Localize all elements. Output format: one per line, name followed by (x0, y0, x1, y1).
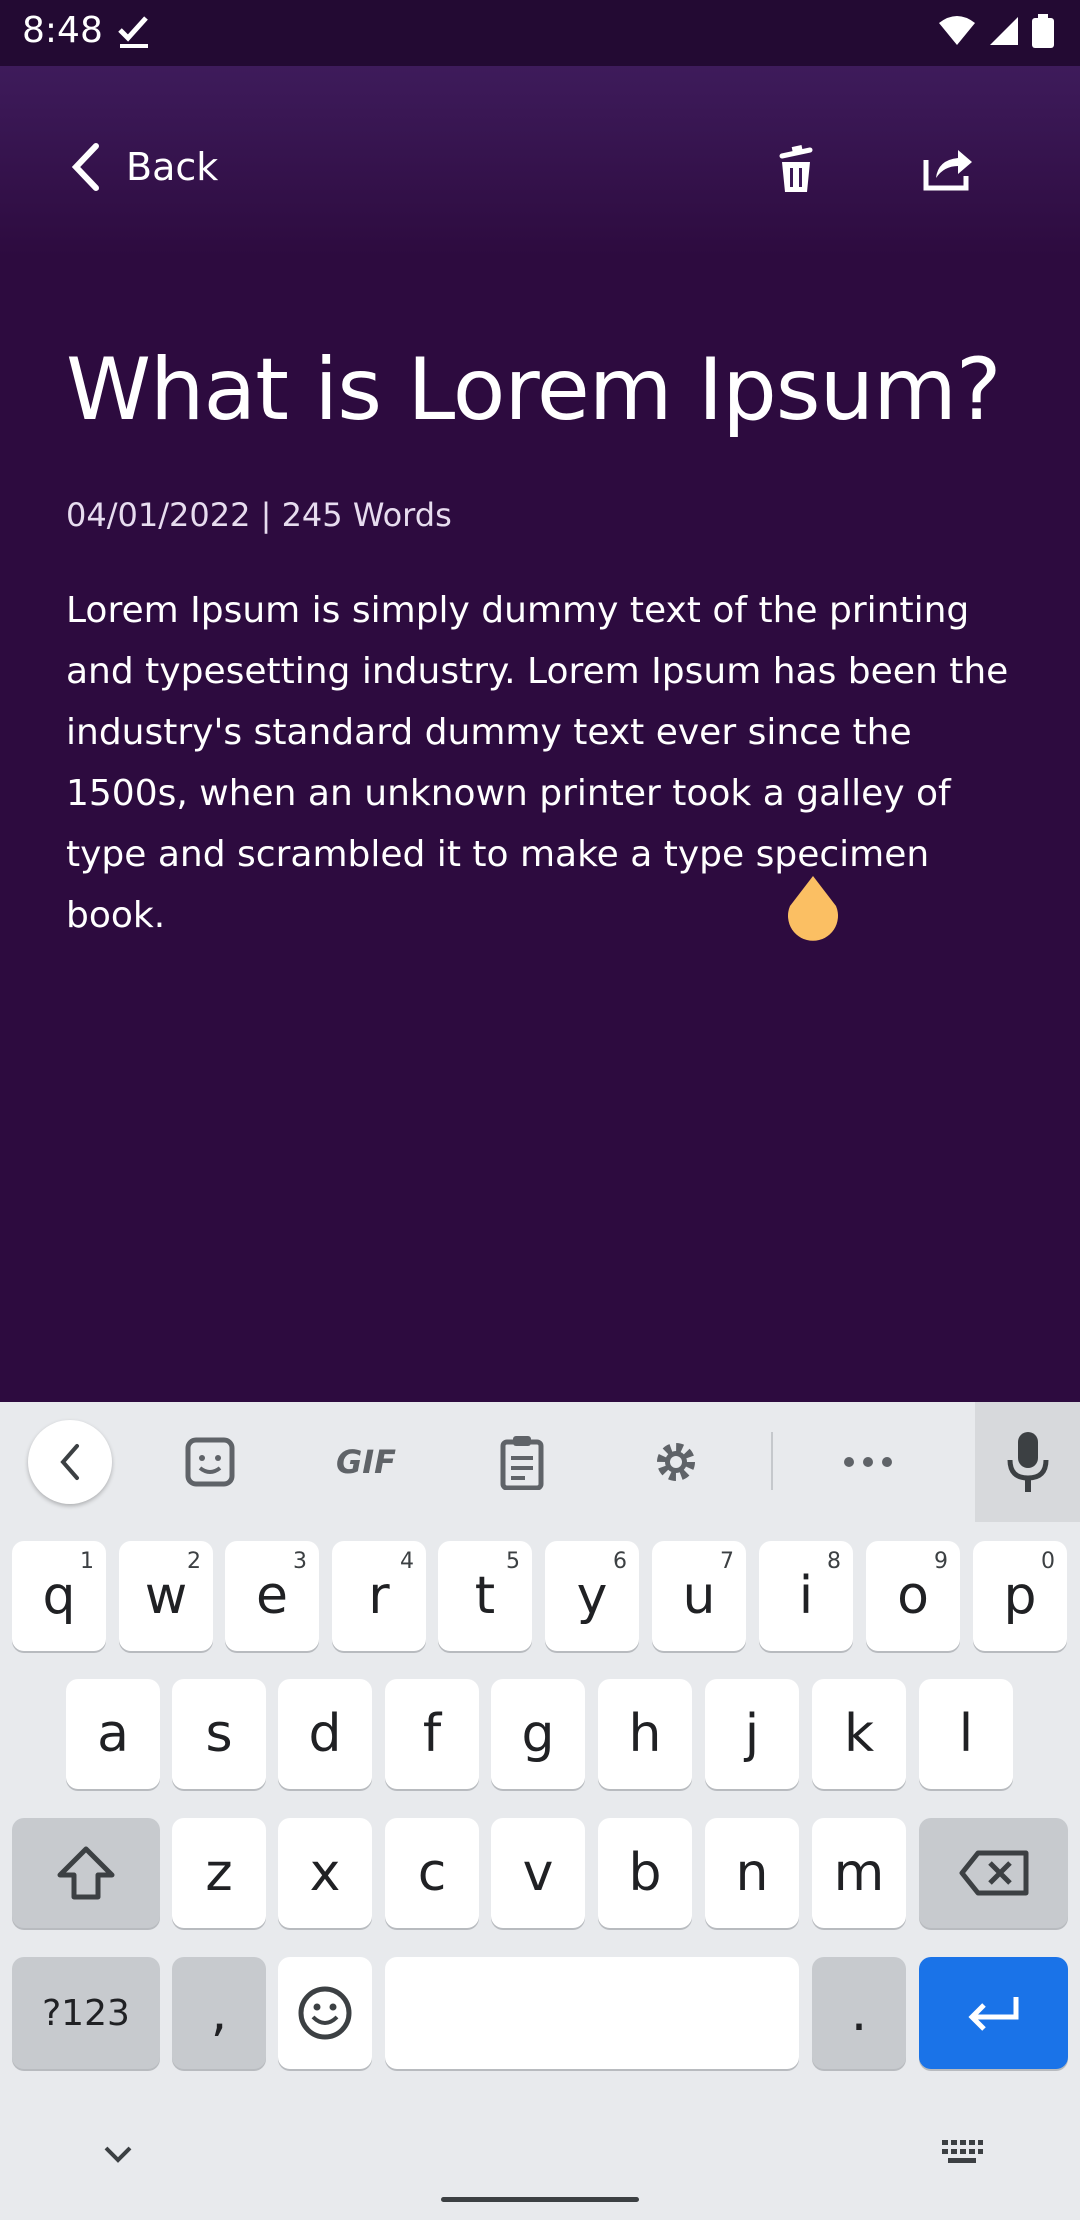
key-v[interactable]: v (491, 1818, 585, 1928)
enter-key[interactable] (919, 1957, 1068, 2069)
status-icons (938, 14, 1054, 48)
voice-input-button[interactable] (975, 1402, 1080, 1522)
key-y[interactable]: y6 (545, 1541, 639, 1651)
keyboard-switch-icon[interactable] (940, 2138, 984, 2166)
trash-icon[interactable] (766, 138, 826, 198)
keyboard: GIF q 1 w 2 e 3 r 4 t 5 y 6 u 7 i 8 o 9 … (0, 1402, 1080, 2220)
period-key[interactable]: . (812, 1957, 906, 2069)
backspace-key[interactable] (919, 1818, 1068, 1928)
key-h[interactable]: h (598, 1679, 692, 1789)
sticker-icon (185, 1437, 235, 1487)
key-j[interactable]: j (705, 1679, 799, 1789)
shift-key[interactable] (12, 1818, 160, 1928)
emoji-key[interactable] (278, 1957, 372, 2069)
key-e[interactable]: e3 (225, 1541, 319, 1651)
key-f[interactable]: f (385, 1679, 479, 1789)
toolbar-divider (771, 1432, 773, 1490)
key-l[interactable]: l (919, 1679, 1013, 1789)
back-button[interactable]: Back (68, 142, 218, 192)
microphone-icon (1007, 1432, 1048, 1492)
app-header: Back (0, 66, 1080, 256)
clipboard-icon (500, 1436, 544, 1490)
task-check-icon (118, 16, 148, 48)
shift-arrow-icon (57, 1846, 115, 1900)
key-t[interactable]: t5 (438, 1541, 532, 1651)
key-c[interactable]: c (385, 1818, 479, 1928)
more-button[interactable] (830, 1424, 906, 1500)
key-r[interactable]: r4 (332, 1541, 426, 1651)
key-d[interactable]: d (278, 1679, 372, 1789)
back-label: Back (126, 145, 219, 189)
key-n[interactable]: n (705, 1818, 799, 1928)
key-k[interactable]: k (812, 1679, 906, 1789)
comma-key[interactable]: , (172, 1957, 266, 2069)
text-cursor-handle[interactable] (784, 876, 842, 944)
key-o[interactable]: o9 (866, 1541, 960, 1651)
symbols-key[interactable]: ?123 (12, 1957, 160, 2069)
backspace-icon (959, 1850, 1028, 1896)
key-z[interactable]: z (172, 1818, 266, 1928)
battery-icon (1032, 14, 1054, 48)
settings-button[interactable] (638, 1424, 714, 1500)
emoji-icon (298, 1986, 352, 2040)
wifi-icon (939, 16, 975, 45)
key-g[interactable]: g (491, 1679, 585, 1789)
clipboard-button[interactable] (484, 1424, 560, 1500)
key-q[interactable]: q1 (12, 1541, 106, 1651)
space-key[interactable] (385, 1957, 799, 2069)
key-w[interactable]: w2 (119, 1541, 213, 1651)
status-time: 8:48 (22, 10, 103, 51)
hide-keyboard-chevron-icon[interactable] (100, 2142, 136, 2166)
key-m[interactable]: m (812, 1818, 906, 1928)
key-b[interactable]: b (598, 1818, 692, 1928)
note-meta: 04/01/2022 | 245 Words (66, 496, 452, 534)
key-i[interactable]: i8 (759, 1541, 853, 1651)
signal-icon (990, 17, 1018, 45)
sticker-button[interactable] (172, 1424, 248, 1500)
key-p[interactable]: p0 (973, 1541, 1067, 1651)
chevron-left-icon (60, 1444, 79, 1480)
chevron-left-icon (71, 143, 99, 191)
gesture-nav-handle[interactable] (441, 2197, 639, 2202)
note-body[interactable]: Lorem Ipsum is simply dummy text of the … (66, 580, 1026, 946)
enter-arrow-icon (967, 1997, 1018, 2031)
share-icon[interactable] (918, 138, 978, 198)
key-x[interactable]: x (278, 1818, 372, 1928)
key-s[interactable]: s (172, 1679, 266, 1789)
gif-label: GIF (335, 1443, 397, 1481)
note-title[interactable]: What is Lorem Ipsum? (66, 340, 1026, 440)
more-horizontal-icon (844, 1457, 892, 1467)
status-bar: 8:48 (0, 0, 1080, 66)
keyboard-toolbar: GIF (0, 1402, 1080, 1522)
collapse-toolbar-button[interactable] (28, 1420, 112, 1504)
key-u[interactable]: u7 (652, 1541, 746, 1651)
key-a[interactable]: a (66, 1679, 160, 1789)
gif-button[interactable]: GIF (326, 1424, 406, 1500)
gear-icon (657, 1443, 695, 1481)
